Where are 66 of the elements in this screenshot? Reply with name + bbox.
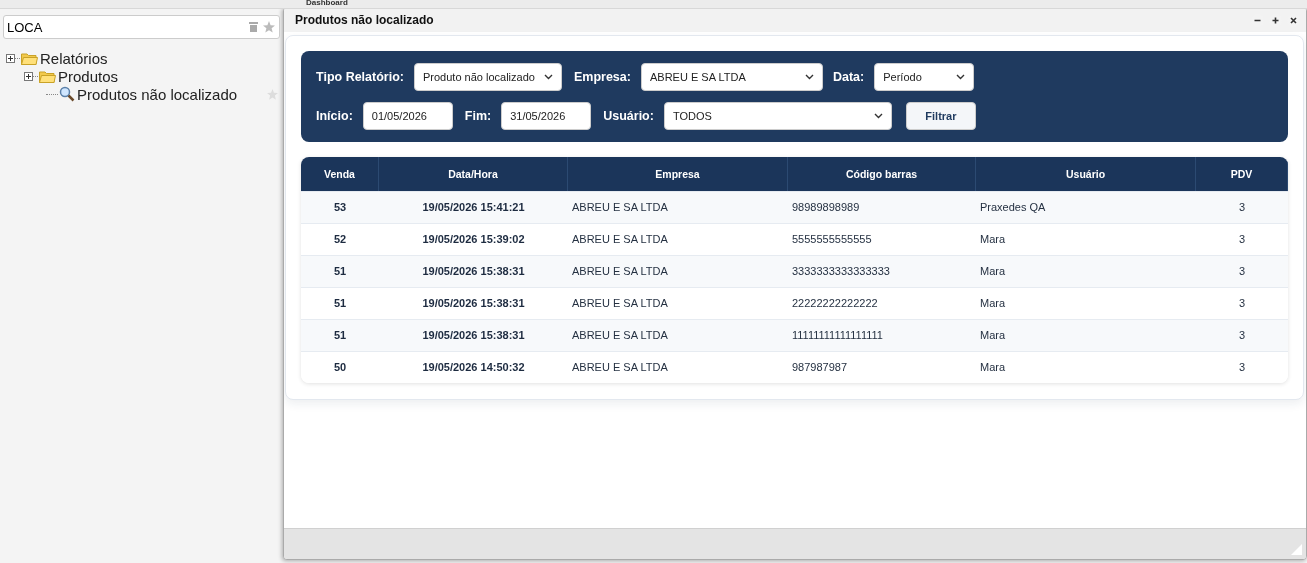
table-cell-text: ABREU E SA LTDA bbox=[571, 232, 669, 247]
table-cell-text: 51 bbox=[332, 328, 348, 343]
report-type-select[interactable]: Produto não localizado bbox=[413, 63, 562, 91]
resize-grip-icon[interactable] bbox=[1291, 544, 1302, 555]
date-select[interactable]: Período bbox=[874, 63, 975, 91]
table-cell-text: 51 bbox=[332, 264, 348, 279]
folder-icon bbox=[39, 69, 56, 83]
tree-item[interactable]: Produtos não localizado bbox=[77, 85, 238, 103]
dashboard-tab[interactable]: Dashboard bbox=[306, 0, 348, 7]
magnifier-icon bbox=[59, 86, 75, 102]
table-cell-text: ABREU E SA LTDA bbox=[571, 200, 669, 215]
end-date-field[interactable]: 31/05/2026 bbox=[501, 102, 592, 130]
field-label: Usuário: bbox=[603, 109, 654, 123]
table-cell-text: Mara bbox=[979, 360, 1007, 375]
table-cell-text: 3 bbox=[1237, 296, 1247, 311]
caret-icon bbox=[873, 113, 883, 119]
tree-item[interactable]: Relatórios bbox=[40, 49, 108, 67]
table-cell-text: 53 bbox=[332, 200, 348, 215]
table-cell-text: Mara bbox=[979, 232, 1007, 247]
table-cell-text: 19/05/2026 15:38:31 bbox=[421, 264, 526, 279]
table-cell-text: 987987987 bbox=[791, 360, 849, 375]
table-cell-text: 3 bbox=[1237, 200, 1247, 215]
table-cell-text: 11111111111111111 bbox=[791, 328, 884, 343]
folder-icon bbox=[21, 51, 38, 65]
field-label: Fim: bbox=[464, 109, 492, 123]
table-cell-text: 3 bbox=[1237, 328, 1247, 343]
field-label: Empresa: bbox=[573, 70, 631, 84]
table-cell-text: ABREU E SA LTDA bbox=[571, 264, 669, 279]
table-cell-text: 3333333333333333 bbox=[791, 264, 891, 279]
caret-icon bbox=[543, 74, 553, 80]
expand-icon[interactable] bbox=[6, 53, 15, 63]
expand-icon[interactable] bbox=[24, 71, 33, 81]
filter-button[interactable]: Filtrar bbox=[905, 102, 976, 130]
table-cell-text: 19/05/2026 14:50:32 bbox=[421, 360, 526, 375]
company-select[interactable]: ABREU E SA LTDA bbox=[640, 63, 823, 91]
search-field[interactable]: LOCA bbox=[3, 15, 280, 39]
table-cell-text: 98989898989 bbox=[791, 200, 861, 215]
table-cell-text: 3 bbox=[1237, 360, 1247, 375]
tree-item[interactable]: Produtos bbox=[58, 67, 119, 85]
table-cell-text: 51 bbox=[332, 296, 348, 311]
window-title: Produtos não localizado bbox=[295, 13, 434, 27]
table-cell-text: 50 bbox=[332, 360, 348, 375]
field-label: Data: bbox=[832, 70, 865, 84]
table-cell-text: 19/05/2026 15:38:31 bbox=[421, 296, 526, 311]
table-cell-text: ABREU E SA LTDA bbox=[571, 296, 669, 311]
caret-icon bbox=[804, 74, 814, 80]
table-cell-text: 52 bbox=[332, 232, 348, 247]
table-cell-text: Mara bbox=[979, 328, 1007, 343]
table-cell-text: 3 bbox=[1237, 264, 1247, 279]
user-select[interactable]: TODOS bbox=[663, 102, 892, 130]
table-cell-text: 3 bbox=[1237, 232, 1247, 247]
table-cell-text: Mara bbox=[979, 264, 1007, 279]
table-cell-text: 22222222222222 bbox=[791, 296, 879, 311]
field-label: Tipo Relatório: bbox=[316, 70, 404, 84]
table-cell-text: ABREU E SA LTDA bbox=[571, 360, 669, 375]
start-date-field[interactable]: 01/05/2026 bbox=[362, 102, 453, 130]
table-cell-text: 19/05/2026 15:38:31 bbox=[421, 328, 526, 343]
table-cell-text: 19/05/2026 15:39:02 bbox=[421, 232, 526, 247]
table-cell-text: Mara bbox=[979, 296, 1007, 311]
star-icon[interactable] bbox=[263, 21, 275, 33]
table-cell-text: 19/05/2026 15:41:21 bbox=[421, 200, 526, 215]
field-label: Início: bbox=[316, 109, 353, 123]
caret-icon bbox=[956, 74, 966, 80]
table-cell-text: Praxedes QA bbox=[979, 200, 1047, 215]
table-cell-text: 5555555555555 bbox=[791, 232, 873, 247]
table-cell-text: ABREU E SA LTDA bbox=[571, 328, 669, 343]
